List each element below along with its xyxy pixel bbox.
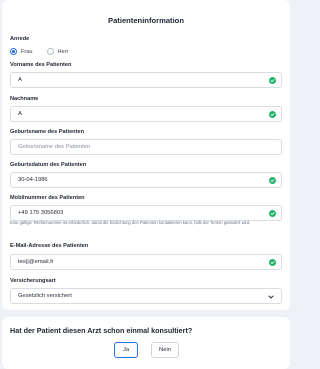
birth-date-label: Geburtsdatum des Patienten xyxy=(10,162,87,168)
radio-option-frau[interactable]: Frau xyxy=(10,48,33,55)
last-name-label: Nachname xyxy=(10,96,39,102)
last-name-field[interactable]: A xyxy=(10,106,282,122)
email-label: E-Mail-Adresse des Patienten xyxy=(10,243,89,249)
check-circle-icon xyxy=(269,177,276,184)
first-name-label: Vorname des Patienten xyxy=(10,62,72,68)
yes-button[interactable]: Ja xyxy=(114,342,138,358)
radio-herr[interactable] xyxy=(46,48,54,55)
page-title: Patienteninformation xyxy=(108,16,184,25)
patient-info-card: Patienteninformation Anrede Frau Herr Vo… xyxy=(2,0,290,310)
no-button[interactable]: Nein xyxy=(151,342,179,358)
mobile-hint: Eine gültige Telefonnummer ist erforderl… xyxy=(10,220,251,225)
insurance-value: Gesetzlich versichert xyxy=(18,293,72,299)
email-value: tes||@email.fr xyxy=(18,259,54,265)
email-field[interactable]: tes||@email.fr xyxy=(10,254,282,270)
birth-name-label: Geburtsname des Patienten xyxy=(10,129,84,135)
consult-card: Hat der Patient diesen Arzt schon einmal… xyxy=(2,317,290,369)
check-circle-icon xyxy=(269,111,276,118)
insurance-label: Versicherungsart xyxy=(10,278,56,284)
first-name-value: A xyxy=(18,77,22,83)
radio-frau[interactable] xyxy=(10,48,17,55)
radio-option-herr[interactable]: Herr xyxy=(46,48,69,55)
consult-question: Hat der Patient diesen Arzt schon einmal… xyxy=(10,326,193,335)
birth-date-field[interactable]: 30-04-1986 xyxy=(10,172,282,188)
first-name-field[interactable]: A xyxy=(10,72,282,88)
radio-herr-label: Herr xyxy=(57,48,69,55)
check-circle-icon xyxy=(269,259,276,266)
check-circle-icon xyxy=(269,77,276,84)
salutation-radio-group: Frau Herr xyxy=(10,48,78,55)
birth-date-value: 30-04-1986 xyxy=(18,177,48,183)
mobile-field[interactable]: +49 175 3056803 xyxy=(10,205,282,221)
check-circle-icon xyxy=(269,210,276,217)
insurance-select[interactable]: Gesetzlich versichert xyxy=(10,288,282,304)
birth-name-placeholder: Geburtsname des Patienten xyxy=(18,144,91,150)
radio-frau-label: Frau xyxy=(21,48,33,55)
salutation-label: Anrede xyxy=(10,36,30,42)
last-name-value: A xyxy=(18,111,22,117)
chevron-down-icon xyxy=(267,293,275,301)
mobile-value: +49 175 3056803 xyxy=(18,210,64,216)
birth-name-field[interactable]: Geburtsname des Patienten xyxy=(10,139,282,155)
mobile-label: Mobilnummer des Patienten xyxy=(10,195,85,201)
